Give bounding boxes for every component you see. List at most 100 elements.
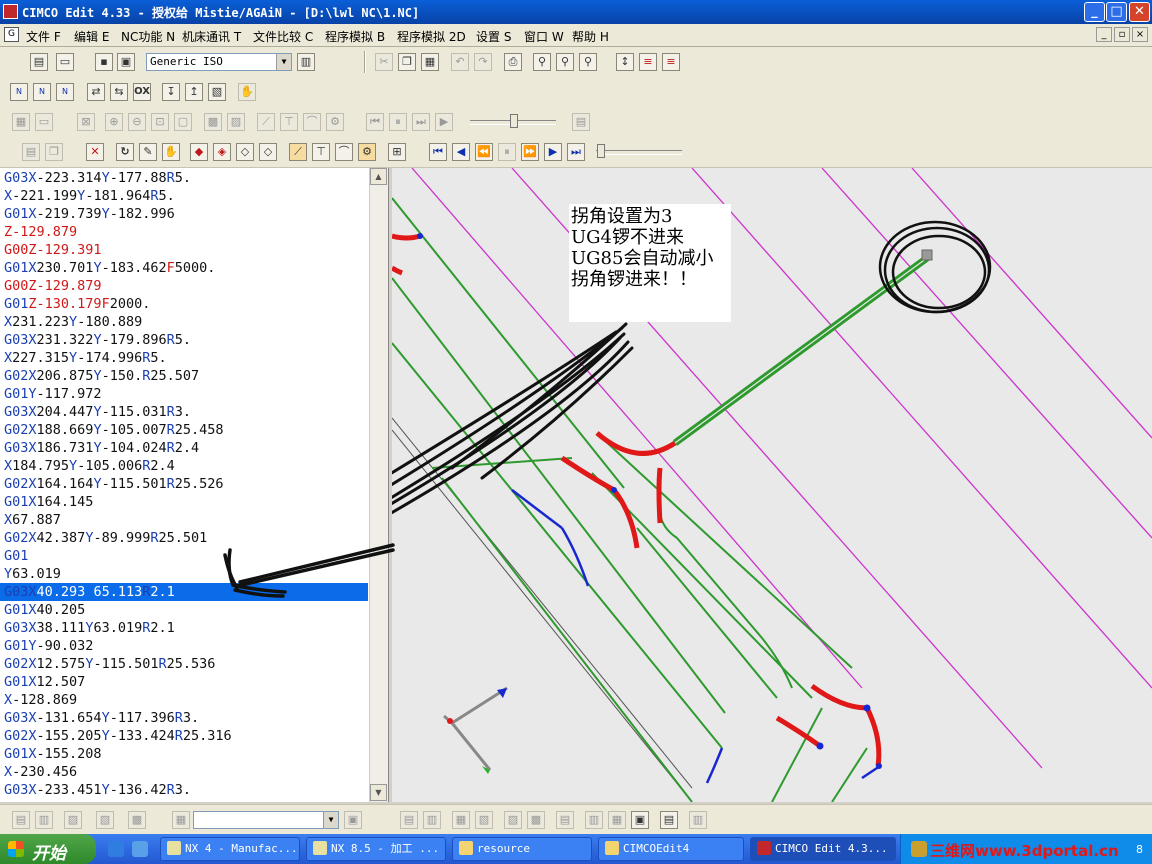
- mdi-minimize-button[interactable]: _: [1096, 27, 1112, 42]
- compare-icon[interactable]: ▧: [475, 811, 493, 829]
- play-sim-icon[interactable]: ▶: [544, 143, 562, 161]
- stop-sim-icon[interactable]: ✕: [86, 143, 104, 161]
- fit-icon[interactable]: ⊠: [77, 113, 95, 131]
- code-line[interactable]: G03X186.731Y-104.024R2.4: [4, 439, 199, 457]
- rewind-icon[interactable]: ⏮: [366, 113, 384, 131]
- code-line[interactable]: G02X42.387Y-89.999R25.501: [4, 529, 207, 547]
- menu-backplot-2d[interactable]: 程序模拟 2D: [397, 28, 466, 45]
- path-icon[interactable]: ⌒: [303, 113, 321, 131]
- pan-brush-icon[interactable]: ✎: [139, 143, 157, 161]
- compare-icon[interactable]: ▩: [527, 811, 545, 829]
- compare-icon[interactable]: ▥: [689, 811, 707, 829]
- code-line[interactable]: G00Z-129.391: [4, 241, 102, 259]
- swap-axis-icon[interactable]: ↥: [185, 83, 203, 101]
- wire-icon[interactable]: ▨: [227, 113, 245, 131]
- menu-file[interactable]: 文件 F: [26, 28, 61, 45]
- go-end-icon[interactable]: ⏭: [567, 143, 585, 161]
- compare-icon[interactable]: ▤: [660, 811, 678, 829]
- find-icon[interactable]: ⚲: [533, 53, 551, 71]
- save-all-icon[interactable]: ▣: [117, 53, 135, 71]
- code-line[interactable]: G01X-155.208: [4, 745, 102, 763]
- code-line[interactable]: G00Z-129.879: [4, 277, 102, 295]
- code-line[interactable]: G02X-155.205Y-133.424R25.316: [4, 727, 232, 745]
- backplot-viewport[interactable]: [392, 168, 1152, 802]
- find-next-icon[interactable]: ⚲: [556, 53, 574, 71]
- code-line[interactable]: G01X230.701Y-183.462F5000.: [4, 259, 215, 277]
- menu-nc-functions[interactable]: NC功能 N: [121, 28, 175, 45]
- xyz-icon[interactable]: ↧: [162, 83, 180, 101]
- code-line[interactable]: X-221.199Y-181.964R5.: [4, 187, 175, 205]
- holder-icon[interactable]: ⊤: [280, 113, 298, 131]
- show-path-icon[interactable]: ⌒: [335, 143, 353, 161]
- backplot-settings-icon[interactable]: ▤: [572, 113, 590, 131]
- print-icon[interactable]: ⎙: [504, 53, 522, 71]
- go-start-icon[interactable]: ⏮: [429, 143, 447, 161]
- compare-icon[interactable]: ▤: [400, 811, 418, 829]
- code-line[interactable]: G01Z-130.179F2000.: [4, 295, 150, 313]
- wireframe-cube-icon[interactable]: ◇: [259, 143, 277, 161]
- transform-icon[interactable]: ⇄: [87, 83, 105, 101]
- maximize-button[interactable]: □: [1106, 2, 1127, 22]
- code-line[interactable]: G01Y-90.032: [4, 637, 93, 655]
- cmd-icon[interactable]: ▧: [96, 811, 114, 829]
- cmd-icon[interactable]: ▩: [128, 811, 146, 829]
- tool-icon[interactable]: ⟋: [257, 113, 275, 131]
- solid-icon[interactable]: ▩: [204, 113, 222, 131]
- code-line[interactable]: X184.795Y-105.006R2.4: [4, 457, 175, 475]
- code-line[interactable]: G02X12.575Y-115.501R25.536: [4, 655, 215, 673]
- step-forward-icon[interactable]: ⏩: [521, 143, 539, 161]
- undo-icon[interactable]: ↶: [451, 53, 469, 71]
- taskbar-item-nx85[interactable]: NX 8.5 - 加工 ...: [306, 837, 446, 861]
- solid-red-icon[interactable]: ◆: [190, 143, 208, 161]
- code-line[interactable]: X67.887: [4, 511, 61, 529]
- remove-numbers-icon[interactable]: N: [33, 83, 51, 101]
- cut-icon[interactable]: ✂: [375, 53, 393, 71]
- code-line[interactable]: G02X164.164Y-115.501R25.526: [4, 475, 224, 493]
- code-line[interactable]: G01: [4, 547, 28, 565]
- code-line[interactable]: Y63.019: [4, 565, 61, 583]
- view-icon[interactable]: ▦: [12, 113, 30, 131]
- code-line[interactable]: G03X231.322Y-179.896R5.: [4, 331, 191, 349]
- clipboard-icon[interactable]: ▧: [208, 83, 226, 101]
- menu-backplot[interactable]: 程序模拟 B: [325, 28, 385, 45]
- code-line[interactable]: G03X-131.654Y-117.396R3.: [4, 709, 199, 727]
- compare-icon[interactable]: ▣: [631, 811, 649, 829]
- goto-line-icon[interactable]: ↕: [616, 53, 634, 71]
- cmd-icon[interactable]: ▤: [12, 811, 30, 829]
- split-icon[interactable]: ⇆: [110, 83, 128, 101]
- hidden-line-icon[interactable]: ◇: [236, 143, 254, 161]
- compare-icon[interactable]: ▤: [556, 811, 574, 829]
- tool-table-icon[interactable]: ⊞: [388, 143, 406, 161]
- code-line[interactable]: G01Y-117.972: [4, 385, 102, 403]
- math-function-icon[interactable]: OX: [133, 83, 151, 101]
- bookmark-next-icon[interactable]: ≡: [662, 53, 680, 71]
- redo-icon[interactable]: ↷: [474, 53, 492, 71]
- copy-icon[interactable]: ❐: [398, 53, 416, 71]
- play-icon[interactable]: ▶: [435, 113, 453, 131]
- code-line[interactable]: G02X206.875Y-150.R25.507: [4, 367, 199, 385]
- pause-icon[interactable]: ⏸: [389, 113, 407, 131]
- chevron-down-icon[interactable]: ▼: [276, 54, 291, 70]
- mdi-restore-button[interactable]: ▫: [1114, 27, 1130, 42]
- minimize-button[interactable]: _: [1084, 2, 1105, 22]
- view-select-icon[interactable]: ▭: [35, 113, 53, 131]
- settings-tool-icon[interactable]: ⚙: [326, 113, 344, 131]
- backplot-copy-icon[interactable]: ❐: [45, 143, 63, 161]
- compare-icon[interactable]: ▥: [585, 811, 603, 829]
- taskbar-item-cimco-edit[interactable]: CIMCO Edit 4.3...: [750, 837, 896, 861]
- scroll-down-icon[interactable]: ▼: [370, 784, 387, 801]
- renumber-icon[interactable]: N: [10, 83, 28, 101]
- compare-icon[interactable]: ▦: [608, 811, 626, 829]
- compare-icon[interactable]: ▦: [452, 811, 470, 829]
- code-line[interactable]: G01X40.205: [4, 601, 85, 619]
- code-line[interactable]: G02X188.669Y-105.007R25.458: [4, 421, 224, 439]
- cmd-icon[interactable]: ▥: [35, 811, 53, 829]
- step-back-icon[interactable]: ◀: [452, 143, 470, 161]
- zoom-extents-icon[interactable]: ▢: [174, 113, 192, 131]
- cmd-icon[interactable]: ▦: [172, 811, 190, 829]
- sim-speed-slider-thumb[interactable]: [597, 144, 605, 158]
- code-line[interactable]: X-128.869: [4, 691, 77, 709]
- compare-icon[interactable]: ▨: [504, 811, 522, 829]
- code-line[interactable]: G03X204.447Y-115.031R3.: [4, 403, 191, 421]
- pause-sim-icon[interactable]: ⏸: [498, 143, 516, 161]
